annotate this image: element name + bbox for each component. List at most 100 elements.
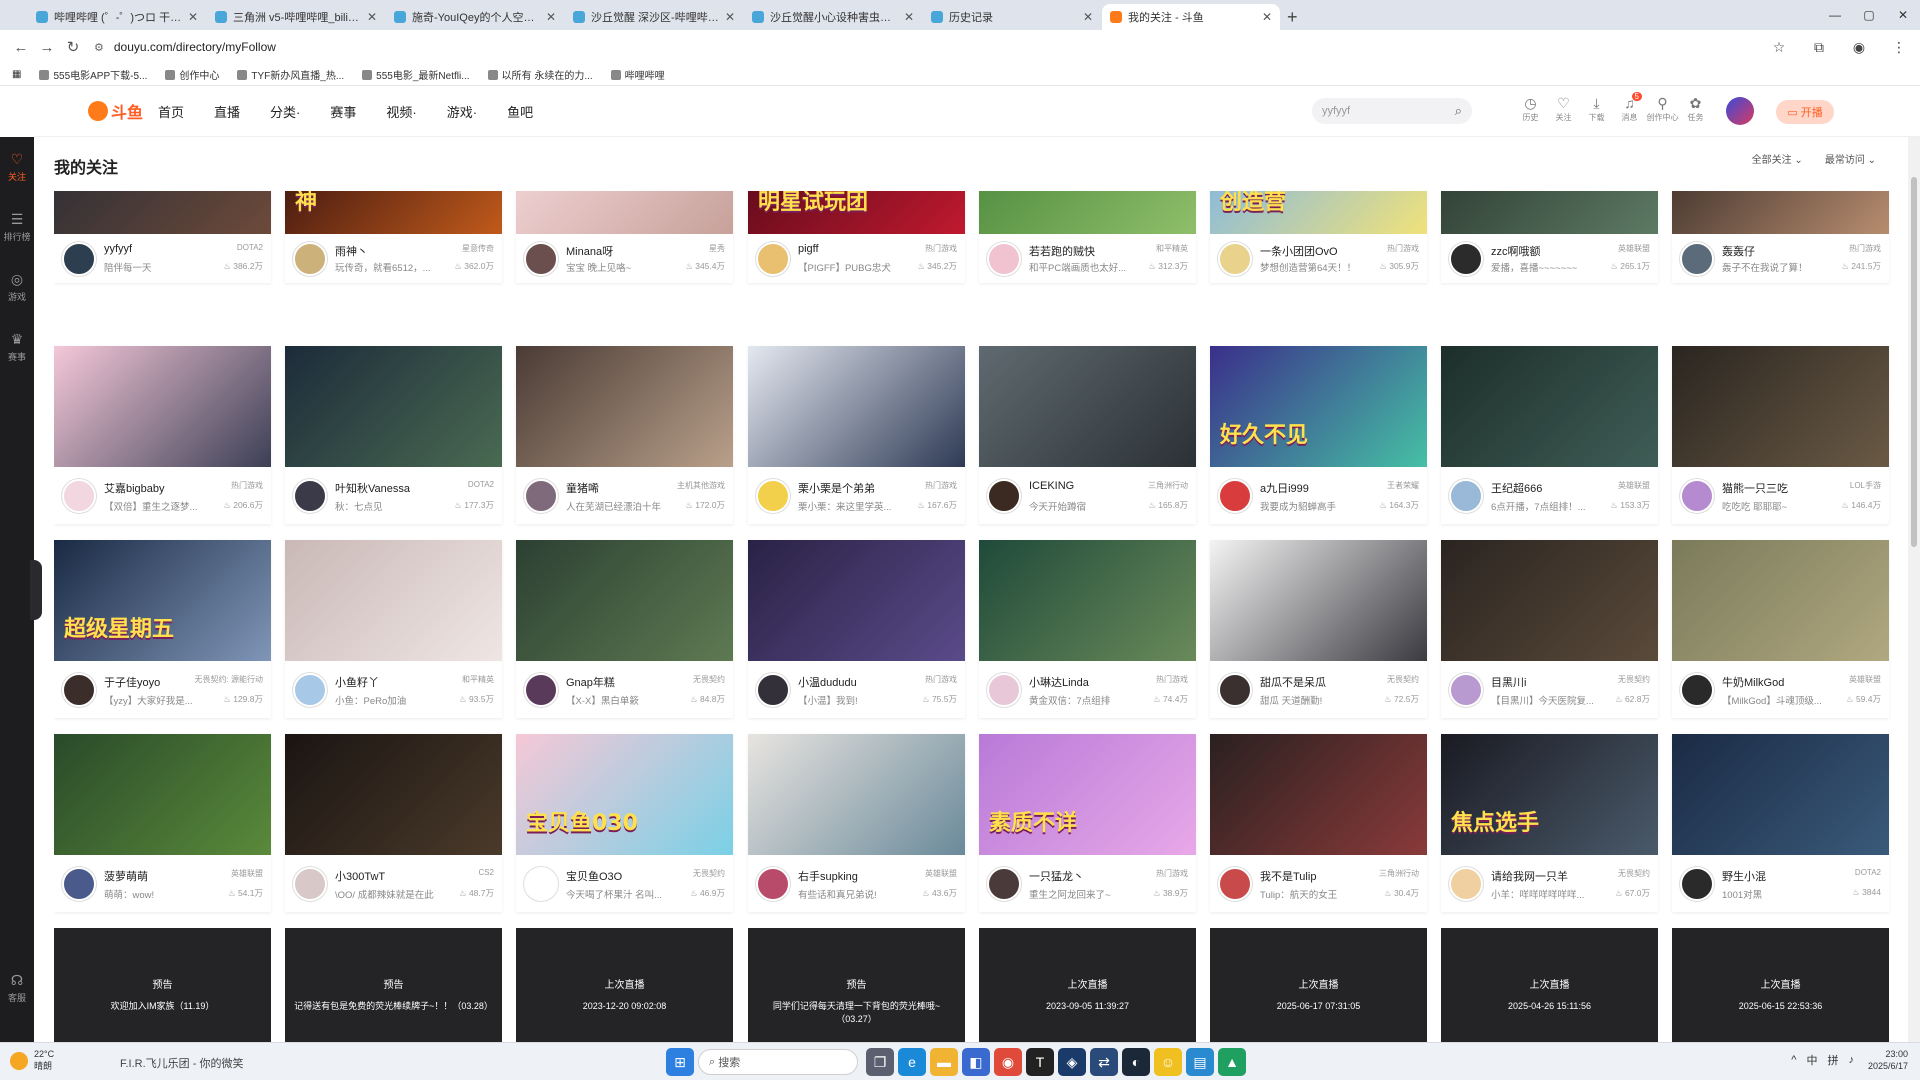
- streamer-name[interactable]: 甜瓜不是呆瓜: [1260, 674, 1360, 690]
- streamer-name[interactable]: 右手supking: [798, 868, 898, 884]
- stream-thumbnail[interactable]: 焦点选手: [1441, 734, 1658, 855]
- app-doc-icon[interactable]: ▤: [1186, 1048, 1214, 1076]
- stream-thumbnail[interactable]: [1441, 540, 1658, 661]
- stream-thumbnail[interactable]: 宝贝鱼030: [516, 734, 733, 855]
- stream-card[interactable]: 叶知秋Vanessa DOTA2 秋：七点见 ♨ 177.3万: [285, 346, 502, 524]
- stream-card[interactable]: 小鱼籽丫 和平精英 小鱼：PeRo加油 ♨ 93.5万: [285, 540, 502, 718]
- offline-card[interactable]: 上次直播 2025-06-15 22:53:36: [1672, 928, 1889, 1043]
- streamer-name[interactable]: 艾嘉bigbaby: [104, 480, 204, 496]
- close-window-icon[interactable]: ✕: [1886, 0, 1920, 30]
- streamer-avatar[interactable]: [987, 673, 1021, 707]
- volume-icon[interactable]: ♪: [1848, 1054, 1854, 1066]
- stream-thumbnail[interactable]: [285, 346, 502, 467]
- streamer-name[interactable]: 菠萝萌萌: [104, 868, 204, 884]
- streamer-name[interactable]: 一只猛龙丶: [1029, 868, 1129, 884]
- header-icon-关注[interactable]: ♡ 关注: [1547, 94, 1580, 123]
- streamer-name[interactable]: 若若跑的贼快: [1029, 243, 1129, 259]
- stream-thumbnail[interactable]: [1672, 734, 1889, 855]
- streamer-name[interactable]: Minana呀: [566, 243, 666, 259]
- streamer-avatar[interactable]: [1449, 242, 1483, 276]
- stream-thumbnail[interactable]: [979, 540, 1196, 661]
- streamer-avatar[interactable]: [987, 867, 1021, 901]
- start-icon[interactable]: ⊞: [666, 1048, 694, 1076]
- tab-close-icon[interactable]: ✕: [188, 10, 198, 24]
- streamer-avatar[interactable]: [293, 479, 327, 513]
- streamer-name[interactable]: 牛奶MilkGod: [1722, 674, 1822, 690]
- rail-item-support[interactable]: ☊ 客服: [0, 958, 34, 1018]
- rail-item-1[interactable]: ☰ 排行榜: [0, 197, 34, 257]
- stream-card[interactable]: Gnap年糕 无畏契约 【X-X】黑白单簌 ♨ 84.8万: [516, 540, 733, 718]
- stream-category[interactable]: 无畏契约: [1618, 868, 1650, 879]
- nav-item[interactable]: 首页: [158, 102, 184, 121]
- ime-icon[interactable]: 中: [1806, 1052, 1817, 1068]
- stream-card[interactable]: 轰轰仔 热门游戏 轰子不在我说了算！ ♨ 241.5万: [1672, 191, 1889, 283]
- stream-category[interactable]: 无畏契约: [1618, 674, 1650, 685]
- streamer-avatar[interactable]: [1449, 673, 1483, 707]
- now-playing[interactable]: F.I.R.飞儿乐团 - 你的微笑: [120, 1055, 243, 1071]
- store-icon[interactable]: ◧: [962, 1048, 990, 1076]
- search-box[interactable]: yyfyyf ⌕: [1312, 98, 1472, 124]
- streamer-name[interactable]: a九日i999: [1260, 480, 1360, 496]
- header-icon-下载[interactable]: ⤓ 下载: [1580, 94, 1613, 123]
- offline-card[interactable]: 上次直播 2023-09-05 11:39:27: [979, 928, 1196, 1043]
- streamer-avatar[interactable]: [524, 479, 558, 513]
- stream-category[interactable]: DOTA2: [237, 243, 263, 252]
- header-icon-消息[interactable]: ♫ 消息 5: [1613, 92, 1646, 123]
- site-info-icon[interactable]: ⚙: [94, 41, 104, 54]
- nav-item[interactable]: 游戏·: [447, 102, 477, 121]
- app-face-icon[interactable]: ☺: [1154, 1048, 1182, 1076]
- browser-tab[interactable]: 哔哩哔哩 (゜-゜)つロ 干杯~-bi ✕: [28, 4, 206, 30]
- tab-close-icon[interactable]: ✕: [1083, 10, 1093, 24]
- apps-icon[interactable]: ▦: [12, 69, 21, 80]
- stream-category[interactable]: 三角洲行动: [1379, 868, 1419, 879]
- stream-card[interactable]: 神雨神丶 星意传奇 玩传奇，就看6512，... ♨ 362.0万: [285, 191, 502, 283]
- header-icon-创作中心[interactable]: ⚲ 创作中心: [1646, 94, 1679, 123]
- pinyin-icon[interactable]: 拼: [1827, 1052, 1838, 1068]
- stream-thumbnail[interactable]: 创造营: [1210, 191, 1427, 234]
- stream-category[interactable]: 热门游戏: [1387, 243, 1419, 254]
- stream-category[interactable]: 热门游戏: [925, 243, 957, 254]
- stream-thumbnail[interactable]: [1441, 346, 1658, 467]
- stream-card[interactable]: 明星试玩团 pigff 热门游戏 【PIGFF】PUBG忠犬 ♨ 345.2万: [748, 191, 965, 283]
- bookmark-star-icon[interactable]: ☆: [1766, 34, 1792, 60]
- stream-category[interactable]: 热门游戏: [1156, 674, 1188, 685]
- clock[interactable]: 23:00 2025/6/17: [1868, 1048, 1908, 1072]
- streamer-avatar[interactable]: [756, 673, 790, 707]
- stream-category[interactable]: DOTA2: [1855, 868, 1881, 877]
- maximize-icon[interactable]: ▢: [1852, 0, 1886, 30]
- streamer-name[interactable]: 宝贝鱼O3O: [566, 868, 666, 884]
- reload-icon[interactable]: ↻: [60, 34, 86, 60]
- douyu-logo[interactable]: 斗鱼: [88, 98, 148, 124]
- streamer-avatar[interactable]: [987, 479, 1021, 513]
- search-input[interactable]: yyfyyf: [1322, 105, 1455, 117]
- stream-card[interactable]: 栗小栗是个弟弟 热门游戏 栗小栗：来这里学英... ♨ 167.6万: [748, 346, 965, 524]
- nav-item[interactable]: 分类·: [270, 102, 300, 121]
- streamer-avatar[interactable]: [1218, 673, 1252, 707]
- stream-card[interactable]: zzc啊哦额 英雄联盟 爱播，喜播~~~~~~~ ♨ 265.1万: [1441, 191, 1658, 283]
- tab-close-icon[interactable]: ✕: [1262, 10, 1272, 24]
- nav-item[interactable]: 视频·: [386, 102, 416, 121]
- file-explorer-icon[interactable]: ▬: [930, 1048, 958, 1076]
- stream-category[interactable]: 英雄联盟: [1618, 243, 1650, 254]
- streamer-avatar[interactable]: [987, 242, 1021, 276]
- stream-thumbnail[interactable]: 好久不见: [1210, 346, 1427, 467]
- stream-category[interactable]: 热门游戏: [1156, 868, 1188, 879]
- edge-icon[interactable]: e: [898, 1048, 926, 1076]
- nav-item[interactable]: 直播: [214, 102, 240, 121]
- streamer-avatar[interactable]: [756, 479, 790, 513]
- stream-thumbnail[interactable]: [54, 191, 271, 234]
- stream-thumbnail[interactable]: 素质不详: [979, 734, 1196, 855]
- stream-category[interactable]: CS2: [478, 868, 494, 877]
- streamer-name[interactable]: pigff: [798, 243, 898, 255]
- header-icon-历史[interactable]: ◷ 历史: [1514, 94, 1547, 123]
- stream-card[interactable]: 我不是Tulip 三角洲行动 Tulip：航天的女王 ♨ 30.4万: [1210, 734, 1427, 912]
- tray-overflow-icon[interactable]: ^: [1791, 1054, 1796, 1066]
- streamer-avatar[interactable]: [1449, 867, 1483, 901]
- stream-thumbnail[interactable]: [54, 346, 271, 467]
- weather-widget[interactable]: 22°C 晴朗: [10, 1049, 54, 1072]
- offline-card[interactable]: 上次直播 2023-12-20 09:02:08: [516, 928, 733, 1043]
- app-arrows-icon[interactable]: ⇄: [1090, 1048, 1118, 1076]
- streamer-name[interactable]: 一条小团团OvO: [1260, 243, 1360, 259]
- stream-category[interactable]: 三角洲行动: [1148, 480, 1188, 491]
- bookmark-item[interactable]: 555电影APP下载-5...: [39, 67, 147, 82]
